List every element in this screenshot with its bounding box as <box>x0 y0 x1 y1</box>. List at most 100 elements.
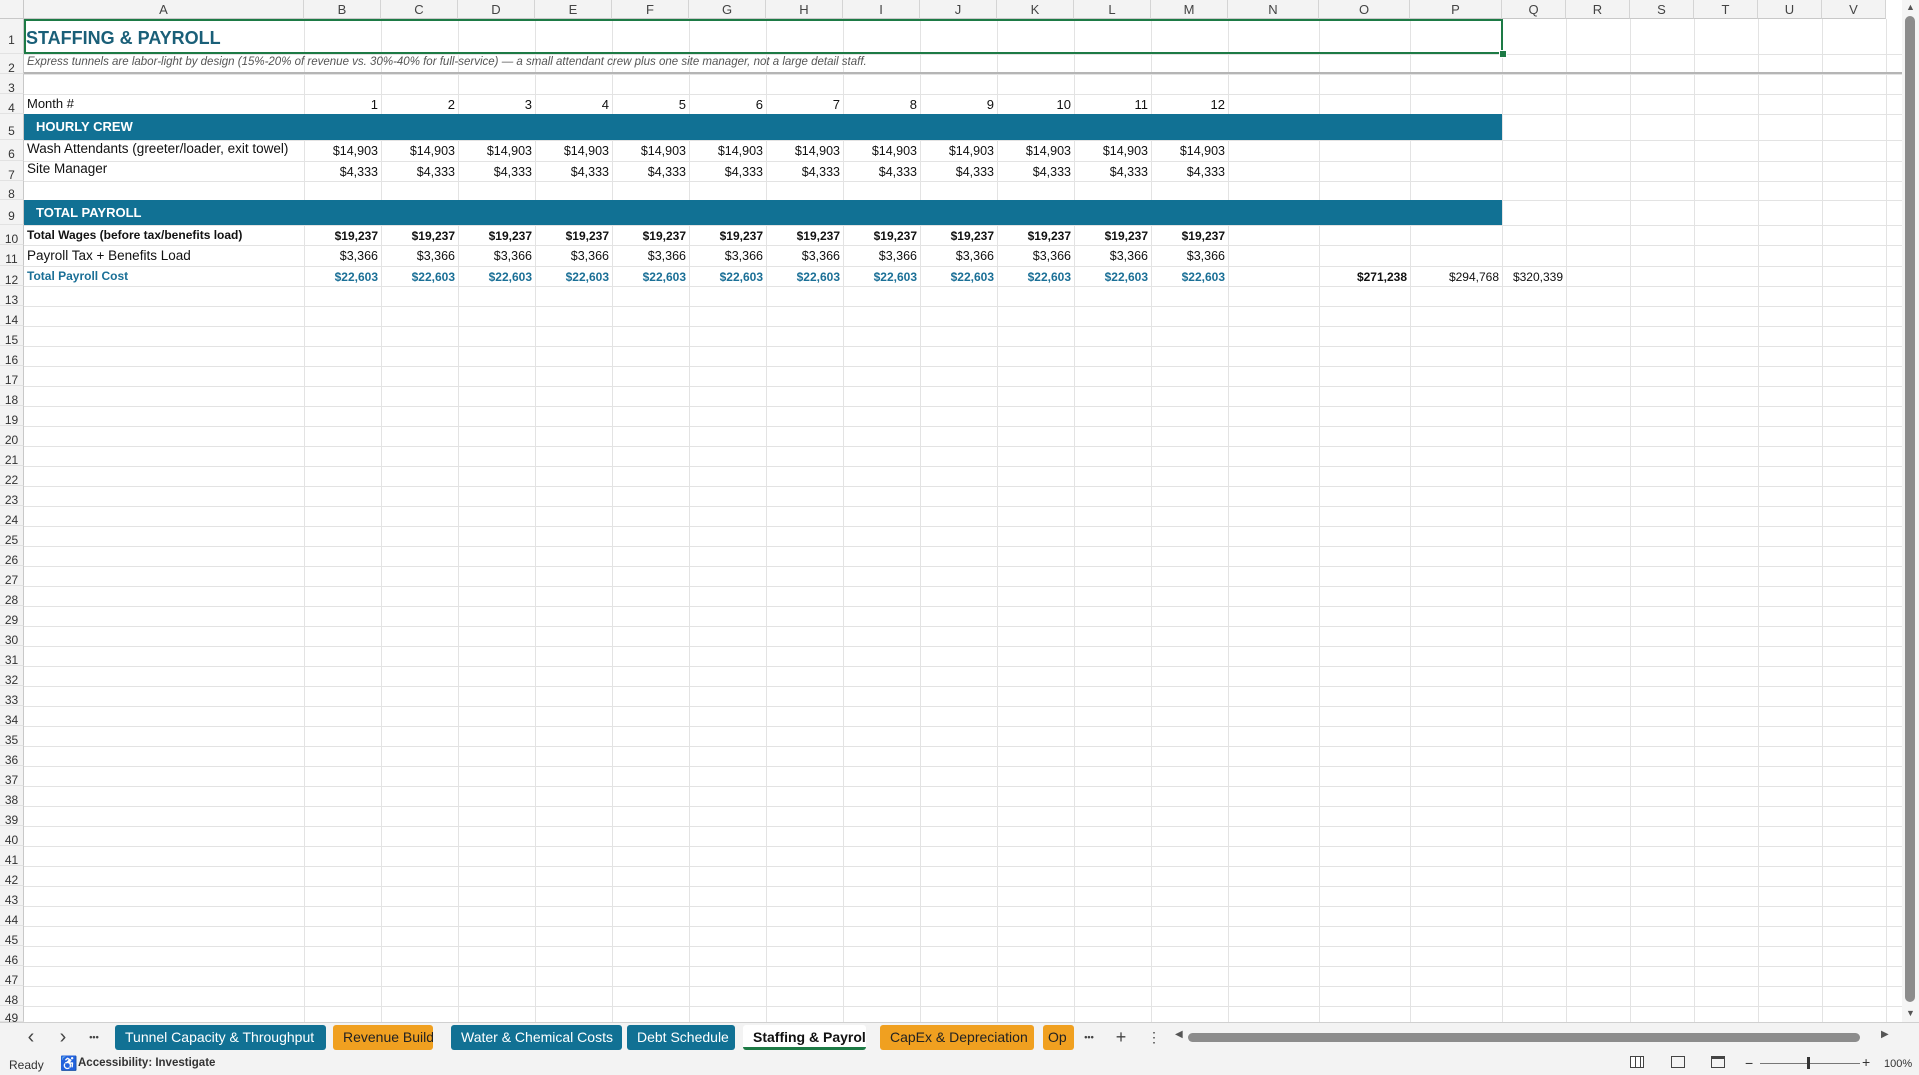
wash-attendants-value[interactable]: $14,903 <box>843 140 920 161</box>
total-payroll-cost-value[interactable]: $22,603 <box>689 266 766 286</box>
row-header-6[interactable]: 6 <box>0 140 24 161</box>
row-header-9[interactable]: 9 <box>0 200 24 225</box>
wash-attendants-value[interactable]: $14,903 <box>304 140 381 161</box>
total-payroll-cost-label[interactable]: Total Payroll Cost <box>27 269 128 283</box>
row-header-41[interactable]: 41 <box>0 846 24 867</box>
month-number[interactable]: 8 <box>843 94 920 114</box>
site-manager-value[interactable]: $4,333 <box>535 161 612 181</box>
row-header-18[interactable]: 18 <box>0 386 24 407</box>
hourly-crew-header[interactable]: HOURLY CREW <box>36 119 133 134</box>
zoom-out-icon[interactable]: − <box>1745 1055 1753 1071</box>
wash-attendants-value[interactable]: $14,903 <box>997 140 1074 161</box>
payroll-tax-value[interactable]: $3,366 <box>304 245 381 266</box>
total-wages-value[interactable]: $19,237 <box>689 225 766 245</box>
payroll-tax-value[interactable]: $3,366 <box>766 245 843 266</box>
row-header-36[interactable]: 36 <box>0 746 24 767</box>
payroll-tax-value[interactable]: $3,366 <box>843 245 920 266</box>
row-header-30[interactable]: 30 <box>0 626 24 647</box>
row-header-33[interactable]: 33 <box>0 686 24 707</box>
accessibility-status[interactable]: Accessibility: Investigate <box>78 1057 215 1069</box>
row-header-49[interactable]: 49 <box>0 1006 24 1022</box>
total-payroll-header[interactable]: TOTAL PAYROLL <box>36 205 141 220</box>
site-manager-value[interactable]: $4,333 <box>458 161 535 181</box>
month-number[interactable]: 1 <box>304 94 381 114</box>
wash-attendants-value[interactable]: $14,903 <box>1151 140 1228 161</box>
row-header-19[interactable]: 19 <box>0 406 24 427</box>
column-header-n[interactable]: N <box>1228 0 1319 19</box>
scroll-up-arrow-icon[interactable]: ▲ <box>1906 2 1915 12</box>
month-number[interactable]: 11 <box>1074 94 1151 114</box>
row-header-25[interactable]: 25 <box>0 526 24 547</box>
select-all-corner[interactable] <box>0 0 24 19</box>
row-header-10[interactable]: 10 <box>0 225 24 246</box>
row-header-24[interactable]: 24 <box>0 506 24 527</box>
total-payroll-cost-value[interactable]: $22,603 <box>920 266 997 286</box>
payroll-tax-value[interactable]: $3,366 <box>612 245 689 266</box>
sheet-subtitle[interactable]: Express tunnels are labor-light by desig… <box>27 56 867 68</box>
row-header-11[interactable]: 11 <box>0 245 24 266</box>
payroll-tax-value[interactable]: $3,366 <box>458 245 535 266</box>
total-payroll-cost-value[interactable]: $22,603 <box>304 266 381 286</box>
total-payroll-cost-value[interactable]: $22,603 <box>997 266 1074 286</box>
wash-attendants-label[interactable]: Wash Attendants (greeter/loader, exit to… <box>27 141 303 156</box>
row-header-34[interactable]: 34 <box>0 706 24 727</box>
site-manager-value[interactable]: $4,333 <box>689 161 766 181</box>
site-manager-label[interactable]: Site Manager <box>27 161 107 176</box>
row-header-29[interactable]: 29 <box>0 606 24 627</box>
wash-attendants-value[interactable]: $14,903 <box>458 140 535 161</box>
row-header-1[interactable]: 1 <box>0 19 24 54</box>
month-number[interactable]: 3 <box>458 94 535 114</box>
tab-prev-button[interactable]: ‹ <box>20 1025 42 1050</box>
column-header-c[interactable]: C <box>381 0 458 19</box>
payroll-tax-label[interactable]: Payroll Tax + Benefits Load <box>27 248 191 263</box>
month-number[interactable]: 12 <box>1151 94 1228 114</box>
tab-options-button[interactable]: ⋮ <box>1143 1025 1165 1050</box>
year-total-value[interactable]: $271,238 <box>1319 266 1410 286</box>
year-total-value[interactable]: $294,768 <box>1410 266 1502 286</box>
total-payroll-cost-value[interactable]: $22,603 <box>535 266 612 286</box>
fill-handle[interactable] <box>1499 50 1507 58</box>
total-wages-value[interactable]: $19,237 <box>304 225 381 245</box>
row-header-37[interactable]: 37 <box>0 766 24 787</box>
column-header-k[interactable]: K <box>997 0 1074 19</box>
row-header-32[interactable]: 32 <box>0 666 24 687</box>
column-header-g[interactable]: G <box>689 0 766 19</box>
row-header-46[interactable]: 46 <box>0 946 24 967</box>
selected-cell-A1[interactable] <box>24 19 1503 54</box>
payroll-tax-value[interactable]: $3,366 <box>997 245 1074 266</box>
payroll-tax-value[interactable]: $3,366 <box>1151 245 1228 266</box>
row-header-45[interactable]: 45 <box>0 926 24 947</box>
row-header-2[interactable]: 2 <box>0 54 24 75</box>
column-header-e[interactable]: E <box>535 0 612 19</box>
row-header-20[interactable]: 20 <box>0 426 24 447</box>
row-header-14[interactable]: 14 <box>0 306 24 327</box>
tab-tunnel-capacity-throughput[interactable]: Tunnel Capacity & Throughput <box>115 1025 326 1050</box>
spreadsheet-grid[interactable]: ABCDEFGHIJKLMNOPQRSTUV 1 2 3 4 5 6 7 8 9 10 11 12 13… <box>0 0 1902 1022</box>
month-number[interactable]: 6 <box>689 94 766 114</box>
row-header-3[interactable]: 3 <box>0 74 24 95</box>
normal-view-icon[interactable] <box>1630 1056 1644 1068</box>
row-header-15[interactable]: 15 <box>0 326 24 347</box>
zoom-slider-thumb[interactable] <box>1807 1057 1810 1069</box>
row-header-22[interactable]: 22 <box>0 466 24 487</box>
total-payroll-cost-value[interactable]: $22,603 <box>1074 266 1151 286</box>
month-number[interactable]: 2 <box>381 94 458 114</box>
payroll-tax-value[interactable]: $3,366 <box>1074 245 1151 266</box>
total-wages-value[interactable]: $19,237 <box>1151 225 1228 245</box>
page-break-preview-icon[interactable] <box>1711 1056 1725 1068</box>
row-header-12[interactable]: 12 <box>0 266 24 287</box>
column-header-h[interactable]: H <box>766 0 843 19</box>
site-manager-value[interactable]: $4,333 <box>1151 161 1228 181</box>
total-wages-value[interactable]: $19,237 <box>997 225 1074 245</box>
row-header-43[interactable]: 43 <box>0 886 24 907</box>
total-payroll-cost-value[interactable]: $22,603 <box>458 266 535 286</box>
scroll-down-arrow-icon[interactable]: ▼ <box>1906 1008 1915 1018</box>
month-number[interactable]: 9 <box>920 94 997 114</box>
column-header-b[interactable]: B <box>304 0 381 19</box>
total-wages-value[interactable]: $19,237 <box>766 225 843 245</box>
site-manager-value[interactable]: $4,333 <box>304 161 381 181</box>
wash-attendants-value[interactable]: $14,903 <box>766 140 843 161</box>
tab-next-button[interactable]: › <box>52 1025 74 1050</box>
payroll-tax-value[interactable]: $3,366 <box>535 245 612 266</box>
site-manager-value[interactable]: $4,333 <box>997 161 1074 181</box>
